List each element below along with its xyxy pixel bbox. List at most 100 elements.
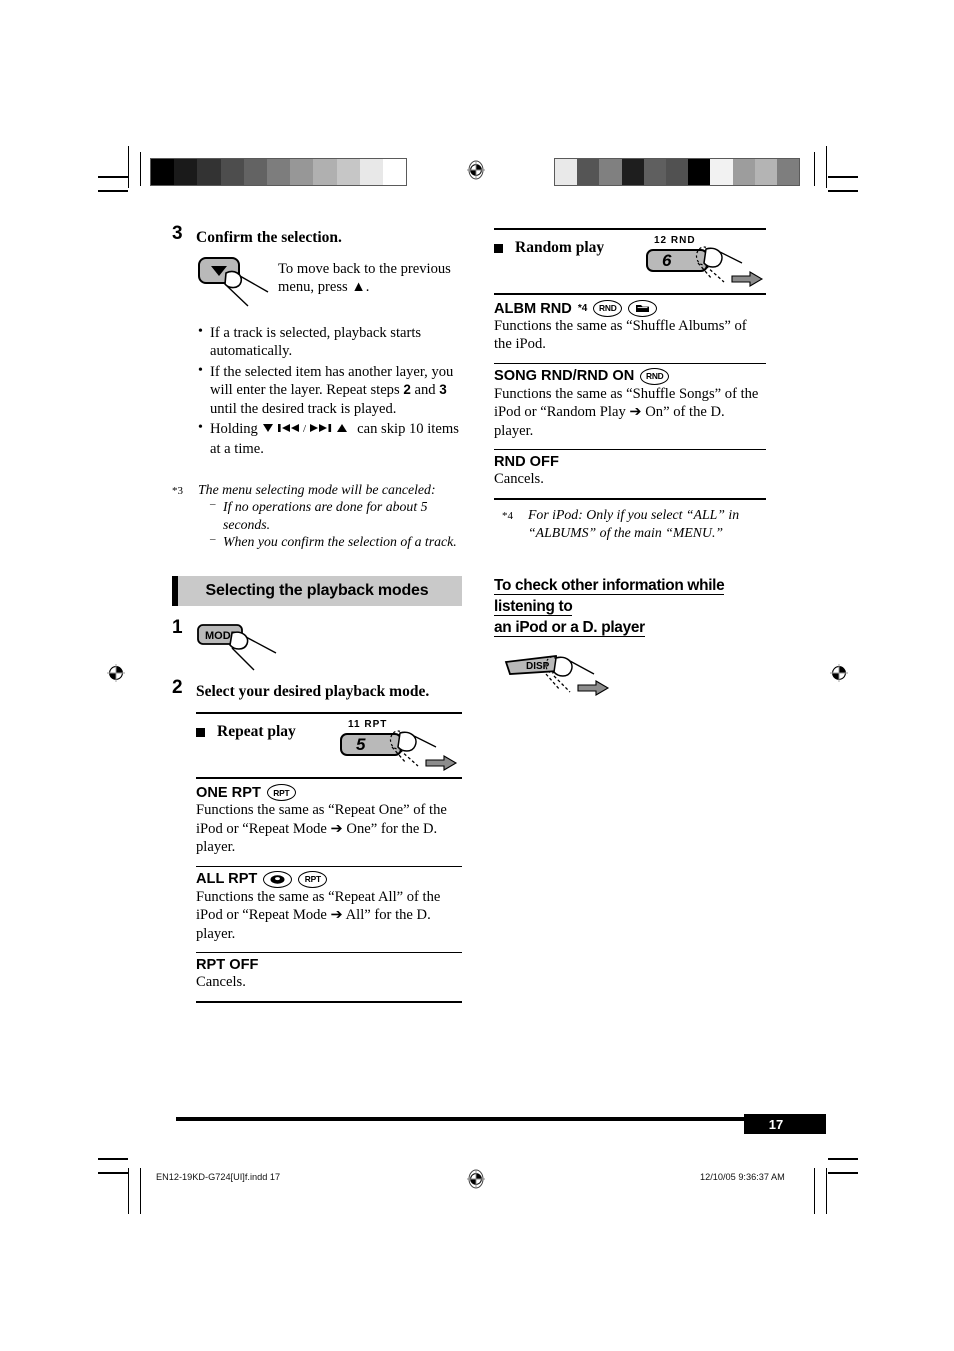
left-column: 3 Confirm the selection. To move back to…	[172, 224, 462, 1008]
calibration-swatch	[577, 159, 600, 185]
mode-description: Functions the same as “Shuffle Songs” of…	[494, 385, 759, 439]
down-arrow-key-graphic	[196, 256, 274, 308]
crop-mark-bottom-left-v	[128, 1168, 129, 1214]
mode-description: Functions the same as “Repeat One” of th…	[196, 802, 447, 856]
divider	[494, 228, 766, 230]
calibration-swatch	[359, 159, 383, 185]
mode-name: RPT OFF	[196, 956, 259, 973]
right-column: Random play 12 RND 6 ALBM RND *4 RND Fun…	[494, 228, 766, 709]
step-ref-2: 2	[403, 382, 411, 398]
step-1: 1 MODE	[172, 618, 462, 674]
mode-entry-rnd-off: RND OFF Cancels.	[494, 454, 766, 495]
mode-name-row: ONE RPT RPT	[196, 784, 462, 802]
divider	[196, 777, 462, 780]
calibration-swatch	[197, 159, 221, 185]
footer-timestamp: 12/10/05 9:36:37 AM	[700, 1172, 785, 1182]
footnote-3-item: When you confirm the selection of a trac…	[210, 531, 462, 550]
calibration-swatch	[336, 159, 360, 185]
disp-key-graphic: DISP	[504, 652, 766, 709]
calibration-swatch	[732, 159, 755, 185]
random-play-block: Random play 12 RND 6 ALBM RND *4 RND Fun…	[494, 228, 766, 501]
crop-mark-bottom-left-h	[98, 1158, 128, 1160]
random-play-label: Random play	[515, 239, 605, 256]
crop-mark-top-left-v	[128, 146, 129, 188]
step-3-button-caption: To move back to the previous menu, press…	[278, 261, 451, 296]
calibration-swatch	[621, 159, 644, 185]
footnote-3: *3 The menu selecting mode will be cance…	[172, 481, 462, 551]
random-display-number: 6	[662, 251, 672, 270]
crop-mark-bottom-left-h2	[98, 1172, 128, 1174]
rpt-badge-icon: RPT	[298, 870, 328, 888]
section-header-selecting-playback-modes: Selecting the playback modes	[172, 576, 462, 607]
mode-name: RND OFF	[494, 454, 559, 471]
divider	[196, 951, 462, 953]
press-finger-arrow-icon	[695, 246, 764, 287]
mode-entry-one-rpt: ONE RPT RPT Functions the same as “Repea…	[196, 784, 462, 863]
footnote-3-lead: The menu selecting mode will be canceled…	[198, 481, 436, 497]
footnote-4-text: For iPod: Only if you select “ALL” in “A…	[528, 507, 740, 540]
random-play-heading: Random play	[494, 235, 604, 257]
press-finger-arrow-icon	[389, 730, 458, 772]
registration-mark-left	[105, 662, 127, 684]
random-indicator-label: 12 RND	[654, 235, 696, 246]
divider	[494, 293, 766, 295]
mode-key-graphic: MODE	[196, 622, 462, 679]
list-item: If a track is selected, playback starts …	[196, 323, 462, 361]
trim-line-bottom-left	[140, 1168, 141, 1214]
mode-entry-song-rnd: SONG RND/RND ON RND Functions the same a…	[494, 367, 766, 447]
repeat-indicator-label: 11 RPT	[348, 719, 388, 731]
footnote-4-marker: *4	[502, 510, 513, 523]
divider	[494, 498, 766, 501]
registration-mark-bottom	[465, 1168, 487, 1190]
page-number: 17	[768, 1116, 784, 1132]
crop-mark-top-right-h	[828, 176, 858, 178]
divider	[196, 1001, 462, 1004]
rnd-badge-icon: RND	[593, 300, 623, 317]
grayscale-calibration-bar-right	[554, 158, 801, 186]
mode-description: Functions the same as “Shuffle Albums” o…	[494, 318, 747, 353]
step-2-number: 2	[172, 677, 183, 699]
repeat-display-graphic: 11 RPT 5	[340, 719, 458, 773]
step-3-number: 3	[172, 223, 183, 244]
calibration-swatch	[313, 159, 337, 185]
mode-description: Cancels.	[196, 973, 246, 990]
calibration-swatch	[290, 159, 314, 185]
heading-line-2: an iPod or a D. player	[494, 619, 645, 638]
mode-footnote-ref: *4	[577, 303, 588, 314]
calibration-swatch	[151, 159, 175, 185]
repeat-mode-list: ONE RPT RPT Functions the same as “Repea…	[196, 784, 462, 1004]
mode-entry-albm-rnd: ALBM RND *4 RND Functions the same as “Sh…	[494, 300, 766, 361]
divider	[494, 362, 766, 364]
crop-mark-bottom-right-h	[828, 1158, 858, 1160]
mode-description: Cancels.	[494, 471, 544, 488]
divider	[196, 712, 462, 715]
calibration-swatch	[754, 159, 777, 185]
mode-name: ALL RPT	[196, 871, 258, 888]
mode-description: Functions the same as “Repeat All” of th…	[196, 888, 441, 942]
square-bullet-icon	[196, 727, 205, 737]
step-ref-3: 3	[439, 382, 447, 398]
step-3-title: Confirm the selection.	[196, 229, 342, 246]
calibration-swatch	[555, 159, 578, 185]
rpt-badge-icon: RPT	[266, 784, 296, 802]
rnd-badge-icon: RND	[640, 367, 670, 385]
crop-mark-top-left-h2	[98, 190, 128, 192]
manual-page: 3 Confirm the selection. To move back to…	[0, 0, 954, 1351]
grayscale-calibration-bar-left	[150, 158, 408, 186]
check-other-information-heading: To check other information while listeni…	[494, 575, 766, 638]
list-item: If the selected item has another layer, …	[196, 362, 462, 418]
step-3: 3 Confirm the selection.	[172, 224, 462, 248]
step-3-illustration: To move back to the previous menu, press…	[196, 256, 462, 308]
repeat-play-label: Repeat play	[217, 723, 296, 741]
divider	[494, 449, 766, 451]
repeat-play-block: Repeat play 11 RPT 5 ONE RPT RPT Functio…	[196, 712, 462, 1004]
bullet-text-e: until the desired track is played.	[210, 400, 397, 417]
mode-name-row: ALL RPT RPT	[196, 870, 462, 888]
calibration-swatch	[266, 159, 291, 185]
calibration-swatch	[710, 159, 733, 185]
crop-mark-bottom-right-h2	[828, 1172, 858, 1174]
repeat-play-heading: Repeat play	[196, 719, 296, 741]
random-mode-list: ALBM RND *4 RND Functions the same as “Sh…	[494, 300, 766, 501]
calibration-swatch	[220, 159, 244, 185]
trim-line-right	[814, 152, 815, 186]
